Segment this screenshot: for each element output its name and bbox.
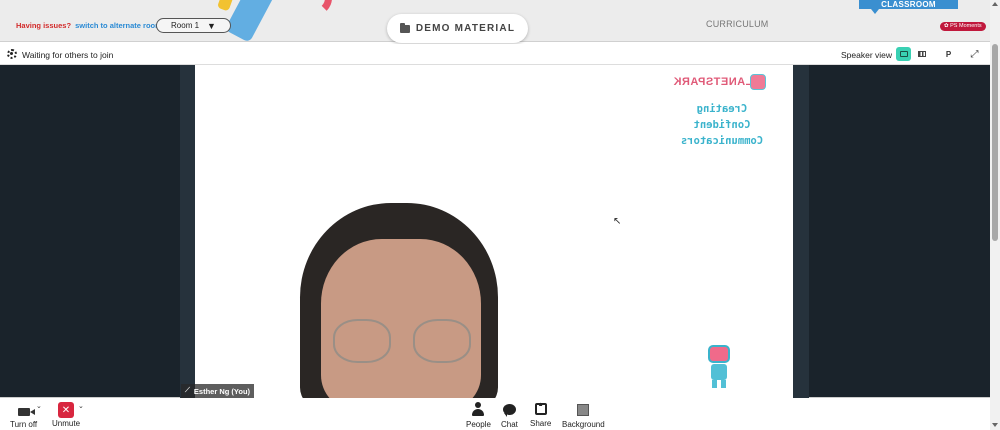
share-icon (534, 402, 547, 415)
participant-face (321, 239, 481, 398)
robot-logo-icon (750, 74, 766, 90)
mouse-cursor-icon: ↖ (613, 216, 622, 227)
caret-down-icon: ▼ (207, 20, 216, 31)
speaker-view-icon (899, 51, 908, 57)
chat-button[interactable]: Chat (501, 402, 518, 429)
bottom-toolbar (0, 399, 990, 430)
stage-side-panel (180, 65, 195, 398)
mic-off-icon: ⟋ (185, 387, 190, 394)
mascot-head (708, 345, 730, 363)
background-button[interactable]: Background (562, 402, 605, 429)
mic-off-icon: ✕ (58, 402, 74, 418)
mascot-leg (712, 380, 717, 388)
glasses-lens (333, 319, 391, 363)
decorative-ring (296, 0, 332, 16)
mic-label: Unmute (52, 419, 81, 428)
mascot-body (711, 364, 727, 380)
background-icon (577, 404, 590, 416)
robot-mascot-icon (705, 345, 733, 389)
decorative-stripe (224, 0, 280, 41)
room-select[interactable]: Room 1 ▼ (156, 18, 231, 33)
grid-view-icon (917, 51, 926, 57)
scroll-up-icon[interactable] (992, 2, 998, 6)
p-button[interactable]: P (941, 47, 956, 61)
people-label: People (466, 420, 491, 429)
issues-notice: Having issues? switch to alternate room (16, 21, 162, 30)
view-mode-label: Speaker view (841, 50, 893, 60)
camera-icon (17, 408, 35, 416)
camera-options-chevron-icon[interactable]: ⌄ (36, 402, 42, 410)
chat-icon (502, 404, 516, 417)
tab-curriculum[interactable]: CURRICULUM (706, 19, 769, 29)
mic-button[interactable]: ✕ Unmute (52, 402, 80, 428)
fullscreen-icon[interactable]: ⤢ (967, 47, 982, 61)
page-scrollbar[interactable] (990, 0, 1000, 430)
virtual-background-tagline: Creating Confident Communicators (663, 101, 781, 149)
people-button[interactable]: People (466, 402, 491, 429)
tab-demo-material-label: DEMO MATERIAL (415, 23, 516, 34)
people-icon (471, 402, 485, 416)
room-select-value: Room 1 (171, 21, 200, 30)
chat-label: Chat (501, 420, 518, 429)
virtual-background-brand: PLANETSPARK (673, 76, 761, 88)
folder-icon (399, 22, 410, 33)
tagline-line: Confident (693, 119, 751, 131)
speaker-view-button[interactable] (896, 47, 911, 61)
background-label: Background (562, 420, 605, 429)
tab-classroom[interactable]: CLASSROOM (859, 0, 958, 9)
camera-button[interactable]: Turn off (10, 402, 37, 429)
scroll-thumb[interactable] (992, 44, 998, 241)
issues-question: Having issues? (16, 21, 72, 30)
scroll-down-icon[interactable] (992, 423, 998, 427)
stage-side-panel (793, 65, 809, 398)
tab-demo-material[interactable]: DEMO MATERIAL (387, 14, 528, 43)
gear-icon[interactable] (7, 49, 17, 59)
participant-name-tag: ⟋ Esther Ng (You) (181, 384, 255, 398)
share-label: Share (530, 419, 552, 428)
tagline-line: Creating (696, 103, 748, 115)
ps-moments-label: PS Moments (950, 23, 982, 29)
participant-video: PLANETSPARK Creating Confident Communica… (195, 65, 793, 398)
meeting-status: Waiting for others to join (22, 50, 114, 60)
tab-pointer (871, 9, 879, 14)
tagline-line: Communicators (680, 135, 764, 147)
decorative-stripe (216, 0, 236, 12)
ps-moments-badge[interactable]: ✿ PS Moments (940, 22, 986, 31)
share-button[interactable]: Share (530, 402, 551, 428)
camera-label: Turn off (10, 420, 38, 429)
mic-options-chevron-icon[interactable]: ⌄ (78, 402, 84, 410)
grid-view-button[interactable] (914, 47, 929, 61)
glasses-lens (413, 319, 471, 363)
participant-name: Esther Ng (You) (193, 386, 251, 396)
mascot-leg (721, 380, 726, 388)
alternate-room-link[interactable]: switch to alternate room (75, 21, 162, 30)
